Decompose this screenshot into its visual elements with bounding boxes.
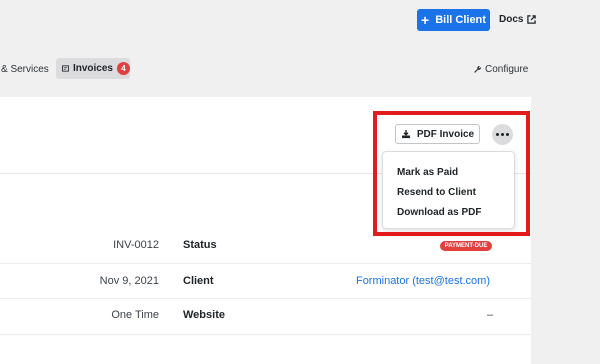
website-value: – xyxy=(487,309,494,321)
configure-button[interactable]: Configure xyxy=(473,64,528,75)
docs-label: Docs xyxy=(499,14,524,25)
row-divider xyxy=(0,298,531,299)
tab-invoices[interactable]: Invoices 4 xyxy=(56,58,130,79)
invoice-icon xyxy=(62,65,69,72)
website-label: Website xyxy=(183,309,225,321)
tab-services[interactable]: & Services xyxy=(1,64,49,75)
invoice-frequency: One Time xyxy=(111,309,159,321)
invoice-date: Nov 9, 2021 xyxy=(99,275,159,287)
top-bar: + Bill Client Docs xyxy=(0,0,600,40)
tabs-bar: & Services Invoices 4 Configure xyxy=(0,55,600,83)
invoice-number: INV-0012 xyxy=(113,239,159,251)
bill-client-label: Bill Client xyxy=(435,14,486,26)
row-divider xyxy=(0,263,531,264)
client-link[interactable]: Forminator (test@test.com) xyxy=(356,275,490,287)
invoices-count-badge: 4 xyxy=(117,62,130,75)
status-label: Status xyxy=(183,239,217,251)
configure-label: Configure xyxy=(485,64,529,75)
bill-client-button[interactable]: + Bill Client xyxy=(417,9,490,31)
tab-invoices-label: Invoices xyxy=(72,63,113,74)
plus-icon: + xyxy=(421,12,430,28)
row-divider xyxy=(0,334,531,335)
highlight-box xyxy=(373,111,530,236)
client-label: Client xyxy=(183,275,214,287)
wrench-icon xyxy=(474,65,482,73)
external-link-icon xyxy=(527,15,537,24)
status-badge: PAYMENT-DUE xyxy=(440,241,492,251)
docs-link[interactable]: Docs xyxy=(499,14,537,25)
